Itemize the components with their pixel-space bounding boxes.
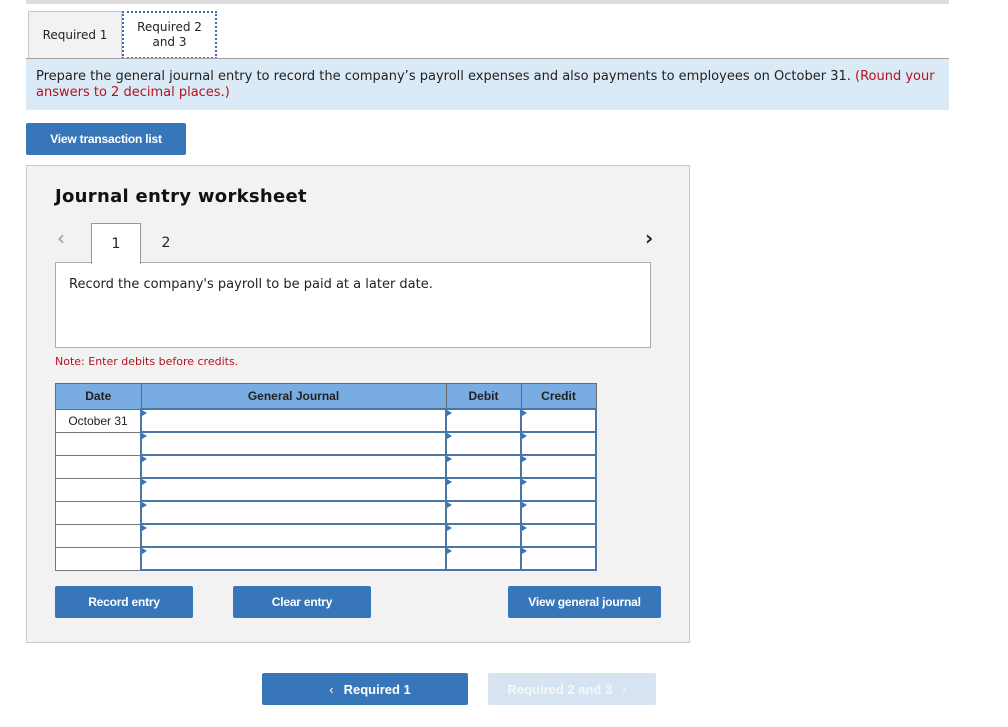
page-tab-2[interactable]: 2 xyxy=(141,223,191,263)
instructions-panel: Prepare the general journal entry to rec… xyxy=(26,59,949,110)
entry-description: Record the company's payroll to be paid … xyxy=(55,262,651,348)
credit-input[interactable] xyxy=(520,454,597,479)
worksheet-title: Journal entry worksheet xyxy=(55,186,307,207)
cell-marker-icon xyxy=(447,548,452,554)
tab-label: Required 2 and 3 xyxy=(137,20,202,50)
cell-marker-icon xyxy=(447,525,452,531)
debit-input[interactable] xyxy=(445,454,522,479)
column-header-debit: Debit xyxy=(445,383,522,410)
cell-marker-icon xyxy=(522,548,527,554)
date-cell xyxy=(55,546,142,571)
cell-marker-icon xyxy=(142,456,147,462)
credit-input[interactable] xyxy=(520,500,597,525)
cell-marker-icon xyxy=(522,525,527,531)
account-input[interactable] xyxy=(140,500,447,525)
tab-required-2-and-3[interactable]: Required 2 and 3 xyxy=(122,11,217,59)
column-header-general-journal: General Journal xyxy=(140,383,447,410)
tab-label-line2: and 3 xyxy=(152,35,187,49)
journal-entry-worksheet: Journal entry worksheet ‹ 1 2 › Record t… xyxy=(26,165,690,643)
table-row xyxy=(55,523,597,548)
account-input[interactable] xyxy=(140,408,447,433)
credit-input[interactable] xyxy=(520,477,597,502)
cell-marker-icon xyxy=(447,479,452,485)
table-row xyxy=(55,431,597,456)
column-header-credit: Credit xyxy=(520,383,597,410)
description-text: Record the company's payroll to be paid … xyxy=(69,277,433,292)
chevron-right-icon[interactable]: › xyxy=(645,226,653,250)
debits-note: Note: Enter debits before credits. xyxy=(55,355,239,368)
debit-input[interactable] xyxy=(445,431,522,456)
previous-requirement-button[interactable]: ‹ Required 1 xyxy=(262,673,468,705)
date-cell xyxy=(55,454,142,479)
date-cell: October 31 xyxy=(55,408,142,433)
table-row xyxy=(55,546,597,571)
debit-input[interactable] xyxy=(445,523,522,548)
cell-marker-icon xyxy=(522,433,527,439)
previous-requirement-label: Required 1 xyxy=(343,681,411,697)
date-cell xyxy=(55,477,142,502)
tab-required-1[interactable]: Required 1 xyxy=(28,11,122,58)
debit-input[interactable] xyxy=(445,477,522,502)
view-general-journal-button[interactable]: View general journal xyxy=(508,586,661,618)
table-row: October 31 xyxy=(55,408,597,433)
date-cell xyxy=(55,523,142,548)
table-row xyxy=(55,500,597,525)
cell-marker-icon xyxy=(142,433,147,439)
credit-input[interactable] xyxy=(520,546,597,571)
clear-entry-button[interactable]: Clear entry xyxy=(233,586,371,618)
account-input[interactable] xyxy=(140,477,447,502)
date-cell xyxy=(55,431,142,456)
chevron-left-icon: ‹ xyxy=(329,681,334,697)
cell-marker-icon xyxy=(447,433,452,439)
cell-marker-icon xyxy=(142,479,147,485)
page-tab-1[interactable]: 1 xyxy=(91,223,141,264)
date-cell xyxy=(55,500,142,525)
cell-marker-icon xyxy=(522,479,527,485)
debit-input[interactable] xyxy=(445,500,522,525)
top-bar xyxy=(26,0,949,4)
cell-marker-icon xyxy=(142,410,147,416)
account-input[interactable] xyxy=(140,523,447,548)
chevron-left-icon[interactable]: ‹ xyxy=(57,226,65,250)
cell-marker-icon xyxy=(447,456,452,462)
chevron-right-icon: › xyxy=(622,681,627,697)
cell-marker-icon xyxy=(142,525,147,531)
account-input[interactable] xyxy=(140,546,447,571)
debit-input[interactable] xyxy=(445,408,522,433)
cell-marker-icon xyxy=(142,548,147,554)
cell-marker-icon xyxy=(447,410,452,416)
tab-label-line1: Required 2 xyxy=(137,20,202,34)
cell-marker-icon xyxy=(447,502,452,508)
next-requirement-button: Required 2 and 3 › xyxy=(488,673,656,705)
cell-marker-icon xyxy=(522,502,527,508)
cell-marker-icon xyxy=(522,410,527,416)
journal-table: Date General Journal Debit Credit Octobe… xyxy=(55,383,597,571)
debit-input[interactable] xyxy=(445,546,522,571)
account-input[interactable] xyxy=(140,454,447,479)
tab-label: Required 1 xyxy=(42,27,108,42)
credit-input[interactable] xyxy=(520,431,597,456)
instructions-text: Prepare the general journal entry to rec… xyxy=(36,69,851,84)
cell-marker-icon xyxy=(522,456,527,462)
column-header-date: Date xyxy=(55,383,142,410)
record-entry-button[interactable]: Record entry xyxy=(55,586,193,618)
cell-marker-icon xyxy=(142,502,147,508)
credit-input[interactable] xyxy=(520,523,597,548)
table-row xyxy=(55,454,597,479)
next-requirement-label: Required 2 and 3 xyxy=(507,681,613,697)
table-row xyxy=(55,477,597,502)
view-transaction-list-button[interactable]: View transaction list xyxy=(26,123,186,155)
table-header-row: Date General Journal Debit Credit xyxy=(55,383,597,410)
account-input[interactable] xyxy=(140,431,447,456)
credit-input[interactable] xyxy=(520,408,597,433)
